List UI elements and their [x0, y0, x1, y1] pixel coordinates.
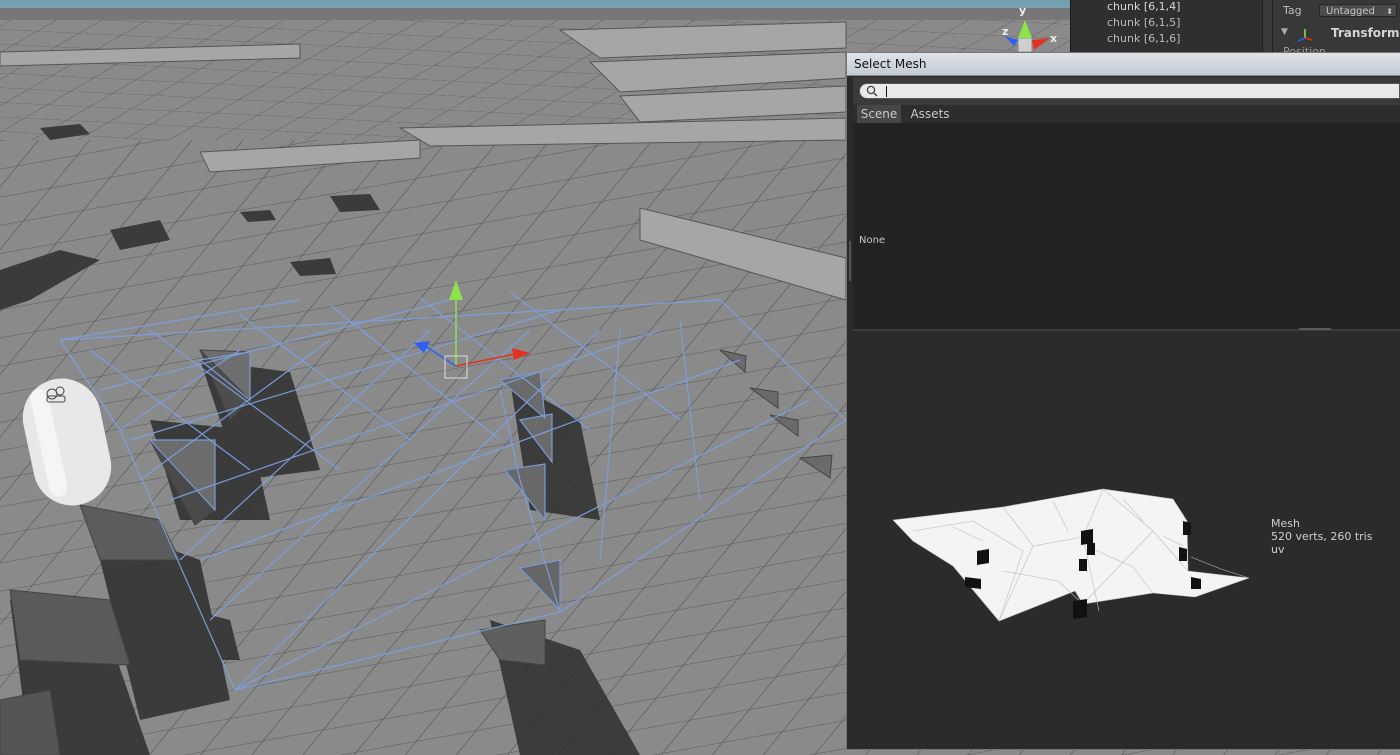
mesh-name: Mesh: [1271, 517, 1300, 530]
hierarchy-item-chunk-6-1-4[interactable]: chunk [6,1,4]: [1107, 0, 1180, 14]
text-caret: [886, 86, 887, 97]
search-input[interactable]: [859, 83, 1400, 99]
search-icon: [866, 85, 878, 97]
tag-label: Tag: [1283, 4, 1302, 17]
tag-dropdown[interactable]: Untagged ⬍: [1319, 4, 1397, 17]
tab-scene[interactable]: Scene: [857, 105, 901, 123]
inspector-panel: Tag Untagged ⬍ ▼ Transform Position: [1272, 0, 1400, 58]
search-toolbar: [853, 77, 1400, 105]
gizmo-y-label: y: [1019, 4, 1027, 17]
transform-header[interactable]: ▼ Transform: [1281, 26, 1400, 42]
mesh-preview-area: Mesh 520 verts, 260 tris uv: [853, 331, 1400, 745]
transform-title: Transform: [1331, 26, 1400, 40]
foldout-triangle-icon[interactable]: ▼: [1281, 27, 1288, 37]
object-picker-body: Scene Assets None Mesh 520 verts, 260 tr…: [853, 77, 1400, 745]
mesh-stats: 520 verts, 260 tris: [1271, 530, 1373, 543]
window-title: Select Mesh: [854, 57, 927, 71]
list-item-none[interactable]: None: [859, 235, 885, 246]
window-titlebar[interactable]: Select Mesh: [847, 53, 1400, 76]
gizmo-x-label: x: [1050, 32, 1058, 45]
hierarchy-item-chunk-6-1-5[interactable]: chunk [6,1,5]: [1107, 16, 1180, 30]
hierarchy-panel: chunk [6,1,4] chunk [6,1,5] chunk [6,1,6…: [1070, 0, 1271, 54]
mesh-info: Mesh 520 verts, 260 tris uv: [1271, 517, 1372, 556]
dropdown-arrow-icon: ⬍: [1386, 7, 1393, 16]
tab-assets[interactable]: Assets: [905, 105, 955, 123]
tag-dropdown-value: Untagged: [1326, 6, 1375, 17]
mesh-channels: uv: [1271, 543, 1285, 556]
mesh-list[interactable]: None: [853, 123, 1400, 329]
gizmo-z-label: z: [1002, 25, 1009, 38]
select-mesh-window: Select Mesh Scene Assets None Mesh 520 v…: [846, 52, 1400, 750]
hierarchy-item-chunk-6-1-6[interactable]: chunk [6,1,6]: [1107, 32, 1180, 46]
splitter-grip[interactable]: [1299, 328, 1331, 330]
picker-tabs: Scene Assets: [853, 105, 1400, 123]
transform-axes-icon: [1297, 29, 1313, 42]
